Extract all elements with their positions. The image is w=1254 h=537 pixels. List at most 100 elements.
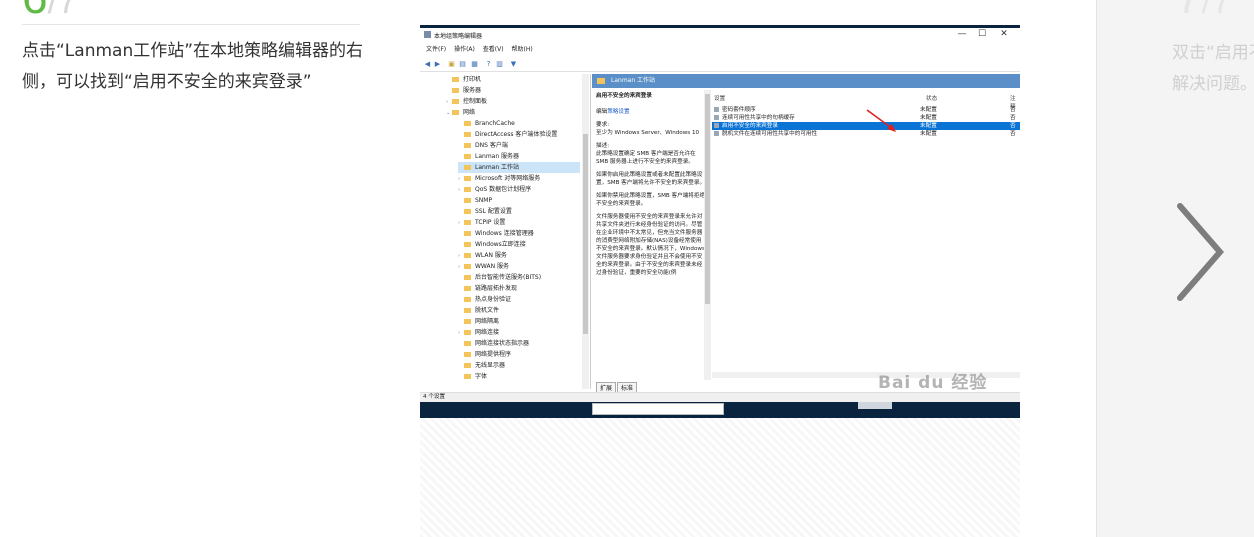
menu-help[interactable]: 帮助(H) <box>512 44 533 56</box>
tree-item-label: 网络提供程序 <box>475 351 512 358</box>
policy-icon <box>714 131 719 136</box>
tree-item-label: 网络 <box>463 109 476 116</box>
folder-icon <box>452 110 459 115</box>
tree-item[interactable]: 后台智能传送服务(BITS) <box>458 272 580 283</box>
folder-icon <box>464 374 471 379</box>
tree-item[interactable]: 链路层拓扑发现 <box>458 283 580 294</box>
tree-item[interactable]: › WLAN 服务 <box>458 250 580 261</box>
tree-item[interactable]: 热点身份验证 <box>458 294 580 305</box>
policy-tree[interactable]: 打印机服务器 › 控制面板 ⌄ 网络 BranchCache DirectAccess 客户… <box>420 74 591 389</box>
setting-state: 未配置 <box>920 123 937 129</box>
tree-item[interactable]: 无线显示器 <box>458 360 580 371</box>
tree-item[interactable]: SNMP <box>458 195 580 206</box>
tree-item[interactable]: ⌄ 网络 <box>446 107 580 118</box>
forward-icon[interactable]: ▶ <box>433 60 442 69</box>
settings-list-header: 设置 状态 注释 <box>712 94 1020 110</box>
tree-item[interactable]: 字体 <box>458 371 580 382</box>
setting-state: 未配置 <box>920 115 937 121</box>
taskbar-window <box>592 403 724 415</box>
tree-scrollbar[interactable] <box>582 74 589 389</box>
step-total: /7 <box>47 0 78 21</box>
desc-edit: 编辑策略设置 <box>596 109 630 115</box>
folder-icon <box>597 77 605 84</box>
step-divider <box>22 24 360 25</box>
folder-icon <box>464 198 471 203</box>
tree-item[interactable]: › TCPIP 设置 <box>458 217 580 228</box>
tree-item-label: 打印机 <box>463 76 482 83</box>
folder-icon <box>452 77 459 82</box>
window-title: 本地组策略编辑器 <box>434 33 483 40</box>
show-tree-icon[interactable]: ▤ <box>458 60 467 69</box>
tree-item[interactable]: › 网络连接 <box>458 327 580 338</box>
view-icon[interactable]: ▥ <box>495 60 504 69</box>
col-setting[interactable]: 设置 <box>714 94 725 102</box>
minimize-button[interactable]: — <box>952 29 972 39</box>
folder-icon <box>464 209 471 214</box>
tree-item[interactable]: 服务器 <box>446 85 580 96</box>
tree-item[interactable]: Windows立即连接 <box>458 239 580 250</box>
folder-icon <box>464 187 471 192</box>
next-step-text: 双击“启用不解决问题。 <box>1172 43 1254 94</box>
tree-item[interactable]: Lanman 工作站 <box>458 162 580 173</box>
description-pane: 启用不安全的来宾登录 编辑策略设置 要求: 至少为 Windows Server… <box>596 92 706 384</box>
desc-p2: 如果你启用此策略设置或者未配置此策略设置，SMB 客户端将允许不安全的来宾登录。 <box>596 172 706 186</box>
menu-view[interactable]: 查看(V) <box>483 44 504 56</box>
folder-icon <box>464 132 471 137</box>
tree-item-label: BranchCache <box>475 120 515 127</box>
col-state[interactable]: 状态 <box>926 94 937 102</box>
folder-icon <box>464 165 471 170</box>
help-icon[interactable]: ? <box>484 60 493 69</box>
back-icon[interactable]: ◀ <box>423 60 432 69</box>
folder-icon <box>464 308 471 313</box>
tree-item[interactable]: › WWAN 服务 <box>458 261 580 272</box>
next-step-number: 7/7 <box>1176 0 1232 21</box>
filter-icon[interactable]: ▼ <box>509 60 518 69</box>
gpedit-window: 本地组策略编辑器 — ☐ ✕ 文件(F) 操作(A) 查看(V) 帮助(H) ◀… <box>420 28 1020 402</box>
desc-p1: 此策略设置确定 SMB 客户端是否允许在 SMB 服务器上进行不安全的来宾登录。 <box>596 151 696 165</box>
tree-item[interactable]: 网络连接状态指示器 <box>458 338 580 349</box>
folder-icon <box>464 352 471 357</box>
tree-item[interactable]: DirectAccess 客户端体验设置 <box>458 129 580 140</box>
tree-item[interactable]: › QoS 数据包计划程序 <box>458 184 580 195</box>
tree-item-label: Windows 连接管理器 <box>475 230 534 237</box>
maximize-button[interactable]: ☐ <box>972 29 992 39</box>
tree-item[interactable]: Windows 连接管理器 <box>458 228 580 239</box>
tree-item-label: 链路层拓扑发现 <box>475 285 518 292</box>
folder-icon <box>464 143 471 148</box>
up-folder-icon[interactable]: ▣ <box>447 60 456 69</box>
desc-p3: 如果你禁用此策略设置，SMB 客户端将拒绝不安全的来宾登录。 <box>596 193 706 207</box>
tree-item[interactable]: DNS 客户端 <box>458 140 580 151</box>
tree-item[interactable]: Lanman 服务器 <box>458 151 580 162</box>
desc-label: 描述: <box>596 143 610 149</box>
tree-item[interactable]: SSL 配置设置 <box>458 206 580 217</box>
folder-icon <box>452 99 459 104</box>
export-icon[interactable]: ▦ <box>470 60 479 69</box>
tree-item[interactable]: BranchCache <box>458 118 580 129</box>
folder-icon <box>464 363 471 368</box>
menu-file[interactable]: 文件(F) <box>426 44 446 56</box>
folder-icon <box>464 319 471 324</box>
tree-item-label: 控制面板 <box>463 98 488 105</box>
desc-req-label: 要求: <box>596 122 610 128</box>
tree-item[interactable]: 脱机文件 <box>458 305 580 316</box>
tree-item[interactable]: 网络隔离 <box>458 316 580 327</box>
setting-name: 连续可用性共享中的句柄缓存 <box>722 115 795 121</box>
tree-item[interactable]: › 控制面板 <box>446 96 580 107</box>
menu-action[interactable]: 操作(A) <box>454 44 475 56</box>
tree-item[interactable]: 打印机 <box>446 74 580 85</box>
policy-icon <box>714 123 719 128</box>
title-bar: 本地组策略编辑器 — ☐ ✕ <box>420 28 1020 42</box>
desc-scrollbar[interactable] <box>704 90 711 380</box>
folder-icon <box>464 176 471 181</box>
tree-item-label: 无线显示器 <box>475 362 506 369</box>
close-button[interactable]: ✕ <box>994 29 1014 39</box>
edit-policy-link[interactable]: 策略设置 <box>607 109 629 115</box>
tree-item[interactable]: 网络提供程序 <box>458 349 580 360</box>
tree-item-label: 服务器 <box>463 87 482 94</box>
step-description: 点击“Lanman工作站”在本地策略编辑器的右侧，可以找到“启用不安全的来宾登录… <box>22 41 364 92</box>
toolbar: ◀ ▶ ▣ ▤ ▦ ? ▥ ▼ <box>420 58 1020 72</box>
tree-item[interactable]: › Microsoft 对等网络服务 <box>458 173 580 184</box>
next-arrow-icon[interactable] <box>1172 200 1228 304</box>
desc-title: 启用不安全的来宾登录 <box>596 93 652 99</box>
setting-state: 未配置 <box>920 131 937 137</box>
